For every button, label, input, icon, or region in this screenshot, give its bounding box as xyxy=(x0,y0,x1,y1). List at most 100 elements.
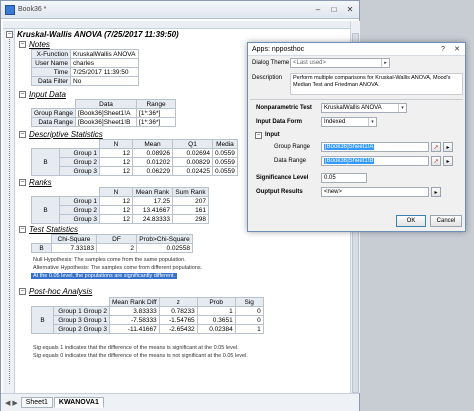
collapse-descriptive-icon[interactable]: – xyxy=(19,131,26,138)
cell[interactable]: [Book36]Sheet1!A xyxy=(75,108,138,118)
ranks-table: N Mean Rank Sum Rank B Group 1 12 17.25 207 Gr… xyxy=(31,187,209,224)
minimize-icon[interactable]: – xyxy=(311,3,325,17)
cell[interactable]: 12 xyxy=(99,148,133,158)
range-picker-icon[interactable]: ↗ xyxy=(431,156,441,166)
cell[interactable]: 17.25 xyxy=(132,196,173,206)
cell[interactable]: 207 xyxy=(172,196,209,206)
arrow-right-icon[interactable]: ▸ xyxy=(443,142,453,152)
cell[interactable]: 0.0559 xyxy=(212,157,238,167)
range-picker-icon[interactable]: ↗ xyxy=(431,142,441,152)
cancel-button[interactable]: Cancel xyxy=(430,215,462,227)
group-label: B xyxy=(31,243,52,253)
descriptive-table: N Mean Q1 Media B Group 1 12 0.08926 0.02694 0.0… xyxy=(31,139,238,176)
collapse-input-section-icon[interactable]: – xyxy=(255,132,262,139)
collapse-report-icon[interactable]: – xyxy=(6,31,13,38)
notes-value[interactable]: No xyxy=(70,76,139,86)
cell[interactable]: 0.3651 xyxy=(196,315,236,325)
input-form-select[interactable]: Indexed ▾ xyxy=(321,117,377,127)
notes-value[interactable]: KruskalWallis ANOVA xyxy=(70,49,139,59)
cell[interactable]: -2.65432 xyxy=(158,324,198,334)
significance-label: Significance Level xyxy=(256,175,309,181)
notes-heading: Notes xyxy=(29,40,50,49)
collapse-posthoc-icon[interactable]: – xyxy=(19,288,26,295)
collapse-notes-icon[interactable]: – xyxy=(19,41,26,48)
cell[interactable]: 0.0559 xyxy=(212,148,238,158)
notes-value[interactable]: 7/25/2017 11:39:50 xyxy=(70,67,139,77)
help-icon[interactable]: ? xyxy=(437,44,449,55)
sheet-tab-bar: ◀ ▶ Sheet1 KWANOVA1 xyxy=(1,393,359,411)
cell[interactable]: 3.83333 xyxy=(109,306,160,316)
cell[interactable]: 298 xyxy=(172,214,209,224)
arrow-right-icon[interactable]: ▸ xyxy=(431,187,441,197)
ok-button[interactable]: OK xyxy=(396,215,426,227)
cell[interactable]: 161 xyxy=(172,205,209,215)
cell[interactable]: 24.83333 xyxy=(132,214,173,224)
posthoc-table: Mean Rank Diff z Prob Sig B Group 1 Group 23… xyxy=(31,297,264,334)
data-range-input[interactable]: [Book36]Sheet1!B xyxy=(321,156,429,166)
cell[interactable]: -1.54765 xyxy=(158,315,198,325)
group-range-input[interactable]: [Book36]Sheet1!A xyxy=(321,142,429,152)
cell[interactable]: 0.78233 xyxy=(158,306,198,316)
table-row: Mean Rank Diff z Prob Sig xyxy=(32,297,264,307)
cell[interactable]: 12 xyxy=(99,157,133,167)
column-header: DF xyxy=(96,234,137,244)
close-icon[interactable]: ✕ xyxy=(449,44,465,55)
output-results-input[interactable]: <new> xyxy=(321,187,429,197)
row-label: Group 1 xyxy=(59,196,100,206)
notes-label: X-Function xyxy=(31,49,71,59)
notes-label: Data Filter xyxy=(31,76,71,86)
tab-kwanova1[interactable]: KWANOVA1 xyxy=(53,397,104,408)
cell[interactable]: 12 xyxy=(99,214,133,224)
workbook-titlebar: Book36 * – □ ✕ xyxy=(1,1,359,19)
cell[interactable]: 0.01202 xyxy=(132,157,173,167)
cell[interactable]: 0.08926 xyxy=(132,148,173,158)
workbook-icon xyxy=(5,4,15,15)
cell[interactable]: 1 xyxy=(196,306,236,316)
column-header: z xyxy=(158,297,198,307)
cell[interactable]: [1*:36*] xyxy=(136,108,177,118)
dialog-theme-select[interactable]: <Last used> ▸ xyxy=(290,58,390,68)
cell[interactable]: 0 xyxy=(234,315,264,325)
alt-hypothesis-note: Alternative Hypothesis: The samples come… xyxy=(33,265,203,271)
tab-sheet1[interactable]: Sheet1 xyxy=(20,397,53,408)
cell[interactable]: 0.0559 xyxy=(212,166,238,176)
cell[interactable]: 1 xyxy=(234,324,264,334)
collapse-test-icon[interactable]: – xyxy=(19,226,26,233)
table-row: N Mean Rank Sum Rank xyxy=(32,187,209,197)
collapse-ranks-icon[interactable]: – xyxy=(19,179,26,186)
column-header: Chi-Square xyxy=(51,234,97,244)
table-row: B Group 1 12 17.25 207 xyxy=(31,196,209,224)
cell[interactable]: 13.41667 xyxy=(132,205,173,215)
significance-input[interactable]: 0.05 xyxy=(321,173,367,183)
cell[interactable]: 0.02384 xyxy=(196,324,236,334)
nonparam-select[interactable]: KruskalWallis ANOVA ▾ xyxy=(321,103,407,113)
cell[interactable]: [1*:36*] xyxy=(136,117,177,127)
sig1-note: Sig equals 1 indicates that the differen… xyxy=(33,345,239,351)
cell[interactable]: 0.06229 xyxy=(132,166,173,176)
maximize-icon[interactable]: □ xyxy=(327,3,341,17)
cell[interactable]: 0.02694 xyxy=(172,148,213,158)
cell[interactable]: 7.33183 xyxy=(51,243,97,253)
dialog-title: Apps: npposthoc xyxy=(252,45,305,53)
notes-value[interactable]: charles xyxy=(70,58,139,68)
cell[interactable]: 0.02558 xyxy=(136,243,193,253)
cell[interactable]: 0.00829 xyxy=(172,157,213,167)
cell[interactable]: 12 xyxy=(99,166,133,176)
cell[interactable]: -7.58333 xyxy=(109,315,160,325)
tab-nav-icon[interactable]: ◀ ▶ xyxy=(5,399,18,407)
data-range-label: Data Range xyxy=(274,158,307,164)
cell[interactable]: 2 xyxy=(96,243,137,253)
cell[interactable]: -11.41667 xyxy=(109,324,160,334)
cell[interactable]: 0.02425 xyxy=(172,166,213,176)
collapse-input-icon[interactable]: – xyxy=(19,91,26,98)
cell[interactable]: [Book36]Sheet1!B xyxy=(75,117,138,127)
group-label: B xyxy=(31,196,60,224)
close-icon[interactable]: ✕ xyxy=(343,3,357,17)
cell[interactable]: 12 xyxy=(99,196,133,206)
description-text: Perform multiple comparisons for Kruskal… xyxy=(290,73,463,95)
cell[interactable]: 12 xyxy=(99,205,133,215)
notes-table: X-Function KruskalWallis ANOVA User Name c… xyxy=(31,49,139,86)
cell[interactable]: 0 xyxy=(234,306,264,316)
arrow-right-icon[interactable]: ▸ xyxy=(443,156,453,166)
descriptive-heading: Descriptive Statistics xyxy=(29,130,103,139)
